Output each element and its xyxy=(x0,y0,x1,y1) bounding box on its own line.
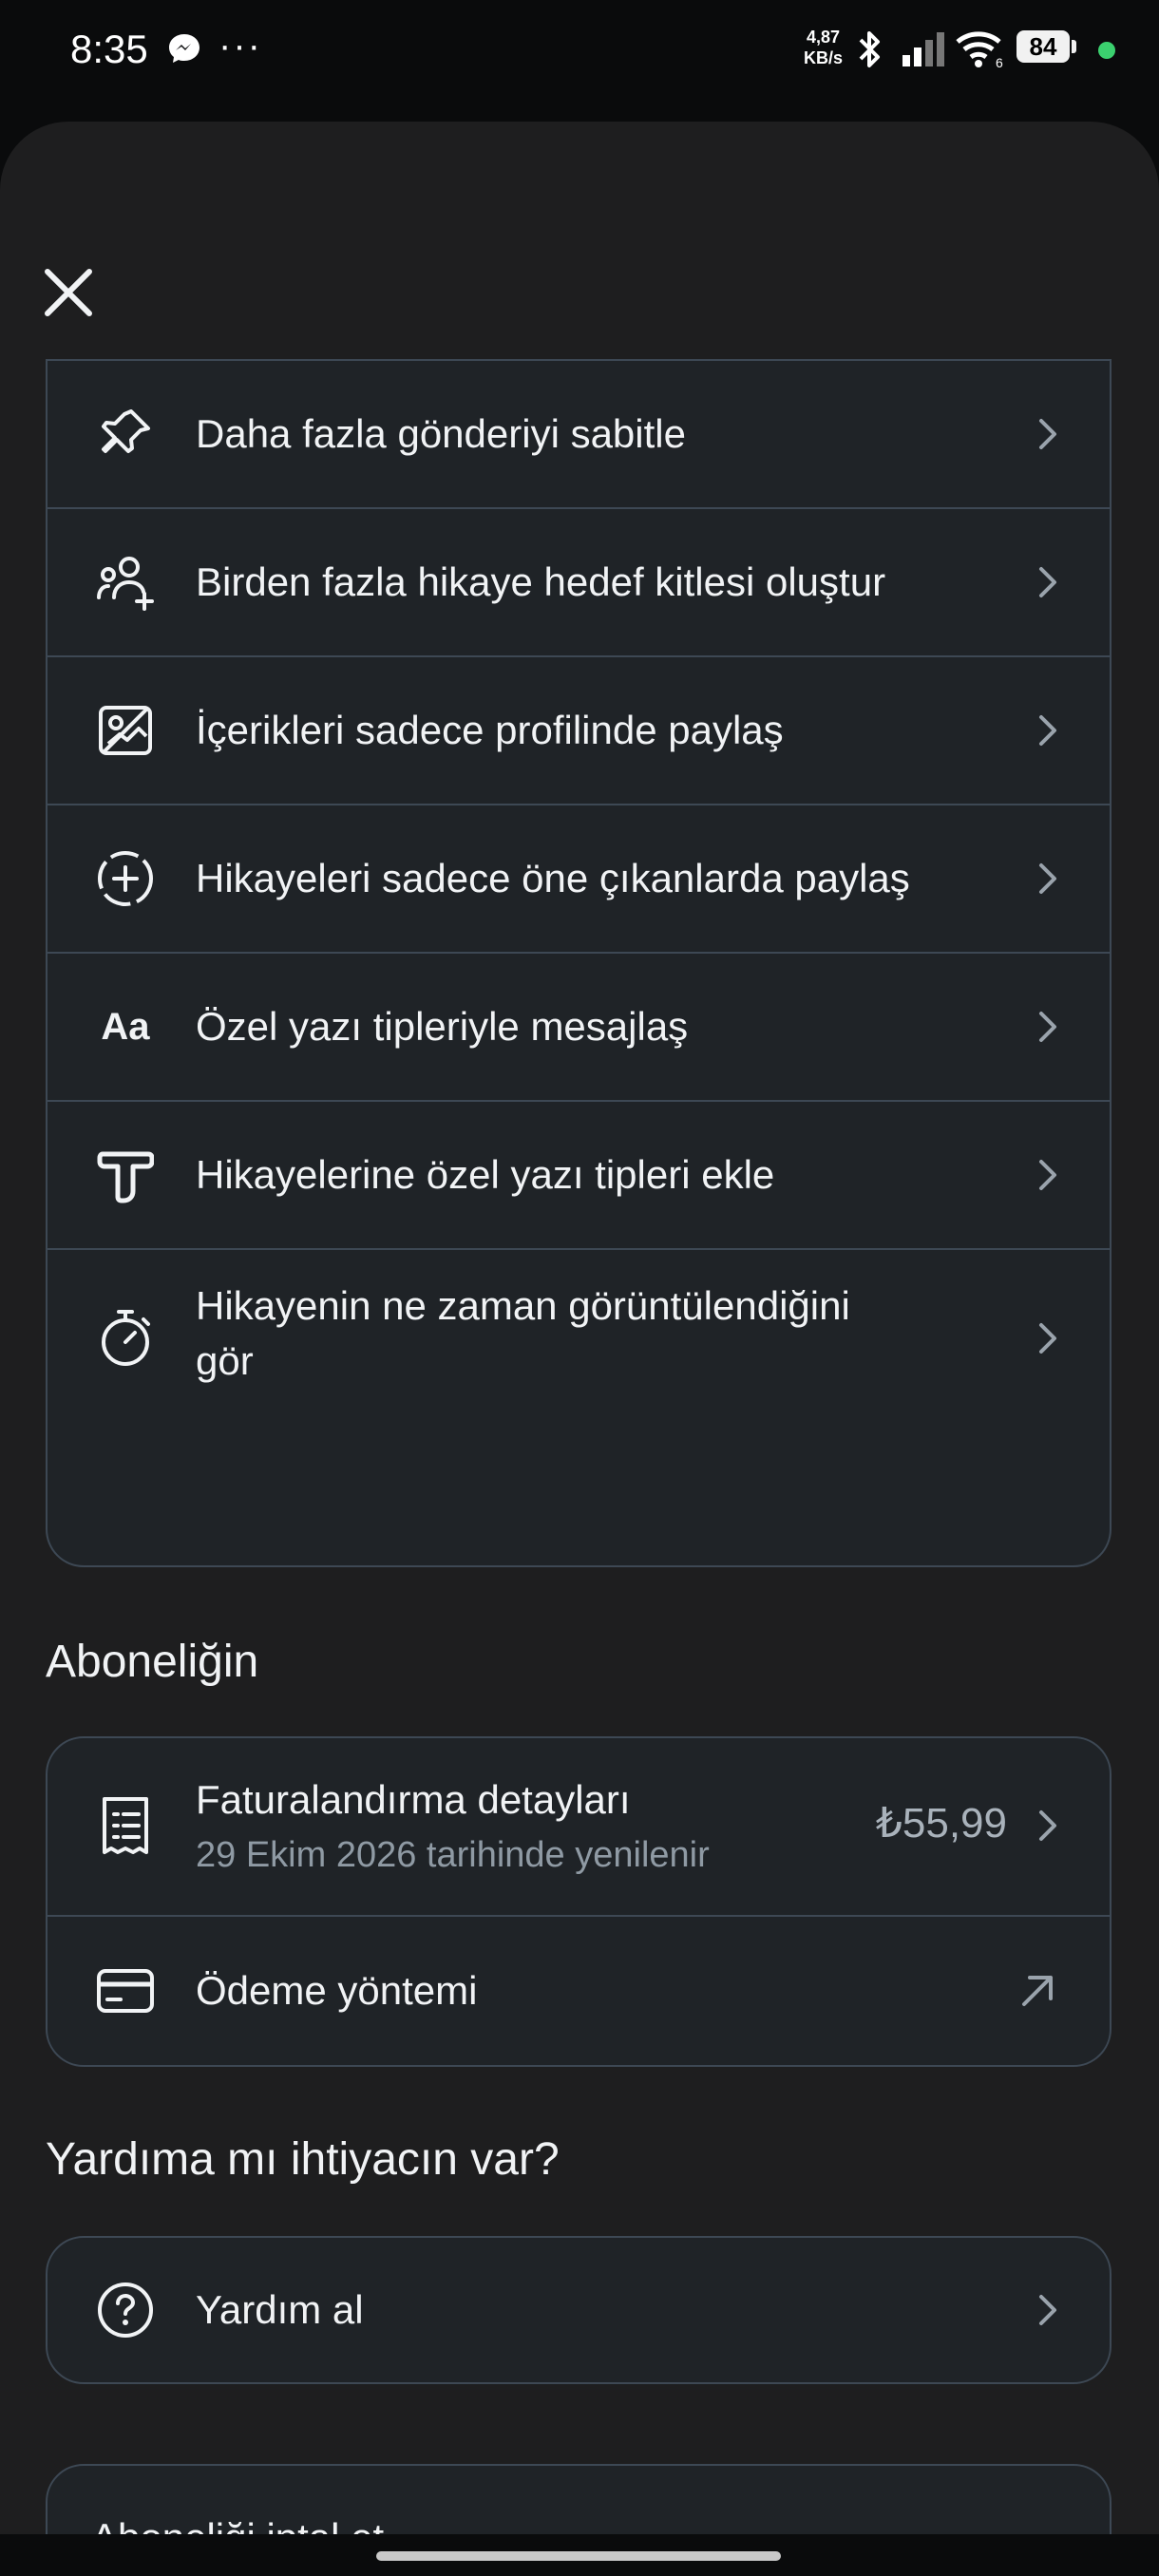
chevron-right-icon xyxy=(1039,567,1056,597)
chevron-right-icon xyxy=(1039,1323,1056,1354)
pin-icon xyxy=(95,404,156,464)
cancel-subscription-row: Aboneliği iptal et xyxy=(48,2466,1110,2534)
privacy-indicator-dot xyxy=(1098,42,1115,59)
chevron-right-icon xyxy=(1039,2295,1056,2325)
chevron-right-icon xyxy=(1039,863,1056,894)
font-aa-glyph: Aa xyxy=(101,1005,150,1048)
wifi-icon: 6 xyxy=(954,28,1007,73)
cellular-signal-icon xyxy=(902,30,946,71)
close-icon xyxy=(45,269,92,316)
subscription-sheet: Daha fazla gönderiyi sabitle Birden fazl… xyxy=(0,122,1159,2534)
chevron-right-icon xyxy=(1039,1810,1056,1841)
chevron-right-icon xyxy=(1039,1160,1056,1190)
help-card: Yardım al xyxy=(46,2236,1112,2384)
highlight-add-icon xyxy=(95,848,156,909)
battery-indicator: 84 xyxy=(1016,30,1070,63)
benefit-label: Hikayenin ne zaman görüntülendiğini gör xyxy=(196,1279,850,1389)
svg-text:6: 6 xyxy=(996,55,1003,68)
custom-font-icon xyxy=(95,1145,156,1205)
benefit-label-line2: gör xyxy=(196,1338,254,1383)
chevron-right-icon xyxy=(1039,715,1056,746)
battery-cap xyxy=(1072,40,1076,53)
benefits-list: Daha fazla gönderiyi sabitle Birden fazl… xyxy=(46,359,1112,1567)
benefit-pin-posts[interactable]: Daha fazla gönderiyi sabitle xyxy=(48,361,1110,507)
home-gesture-handle[interactable] xyxy=(376,2551,781,2561)
credit-card-icon xyxy=(95,1960,156,2021)
get-help-row[interactable]: Yardım al xyxy=(48,2238,1110,2382)
external-link-arrow-icon xyxy=(1022,1976,1053,2006)
more-notifications-indicator: ··· xyxy=(218,25,262,66)
network-speed-value: 4,87 xyxy=(806,28,841,47)
billing-details-row[interactable]: Faturalandırma detayları 29 Ekim 2026 ta… xyxy=(48,1738,1110,1913)
benefit-label: Daha fazla gönderiyi sabitle xyxy=(196,411,686,456)
benefit-custom-fonts-stories[interactable]: Hikayelerine özel yazı tipleri ekle xyxy=(48,1102,1110,1248)
benefit-custom-fonts-messages[interactable]: Aa Özel yazı tipleriyle mesajlaş xyxy=(48,954,1110,1100)
benefit-profile-only[interactable]: İçerikleri sadece profilinde paylaş xyxy=(48,657,1110,804)
benefit-highlights-only[interactable]: Hikayeleri sadece öne çıkanlarda paylaş xyxy=(48,805,1110,952)
chevron-right-icon xyxy=(1039,419,1056,449)
subscription-card: Faturalandırma detayları 29 Ekim 2026 ta… xyxy=(46,1736,1112,2067)
benefit-multiple-audiences[interactable]: Birden fazla hikaye hedef kitlesi oluştu… xyxy=(48,509,1110,655)
help-question-icon xyxy=(95,2280,156,2340)
benefit-label-line1: Hikayenin ne zaman görüntülendiğini xyxy=(196,1283,850,1328)
subscription-price: ₺55,99 xyxy=(875,1800,1007,1847)
benefit-label: İçerikleri sadece profilinde paylaş xyxy=(196,708,784,752)
cancel-subscription-label: Aboneliği iptal et xyxy=(91,2510,384,2534)
messenger-icon xyxy=(167,32,201,69)
chevron-right-icon xyxy=(1039,1012,1056,1042)
cancel-subscription-button[interactable]: Aboneliği iptal et xyxy=(46,2464,1112,2534)
subscription-section-title: Aboneliğin xyxy=(46,1637,259,1687)
bluetooth-icon xyxy=(853,28,885,75)
billing-details-label: Faturalandırma detayları xyxy=(196,1777,631,1822)
network-speed: 4,87 KB/s xyxy=(804,27,843,68)
payment-method-row[interactable]: Ödeme yöntemi xyxy=(48,1917,1110,2065)
help-section-title: Yardıma mı ihtiyacın var? xyxy=(46,2134,560,2185)
renewal-date-text: 29 Ekim 2026 tarihinde yenilenir xyxy=(196,1835,710,1875)
benefit-label: Özel yazı tipleriyle mesajlaş xyxy=(196,1004,689,1049)
status-bar: 8:35 ··· 4,87 KB/s 6 84 xyxy=(0,0,1159,104)
stopwatch-icon xyxy=(95,1308,156,1369)
status-time: 8:35 xyxy=(70,27,148,71)
benefit-label: Hikayeleri sadece öne çıkanlarda paylaş xyxy=(196,856,910,900)
benefit-label: Birden fazla hikaye hedef kitlesi oluştu… xyxy=(196,559,886,604)
benefit-story-view-times[interactable]: Hikayenin ne zaman görüntülendiğini gör xyxy=(48,1250,1110,1427)
get-help-label: Yardım al xyxy=(196,2287,364,2332)
multi-audience-icon xyxy=(95,552,156,613)
close-button[interactable] xyxy=(40,264,97,321)
profile-only-icon xyxy=(95,700,156,761)
network-speed-unit: KB/s xyxy=(804,48,844,67)
receipt-icon xyxy=(95,1795,156,1856)
font-aa-icon: Aa xyxy=(95,996,156,1057)
payment-method-label: Ödeme yöntemi xyxy=(196,1968,478,2013)
benefit-label: Hikayelerine özel yazı tipleri ekle xyxy=(196,1152,775,1197)
